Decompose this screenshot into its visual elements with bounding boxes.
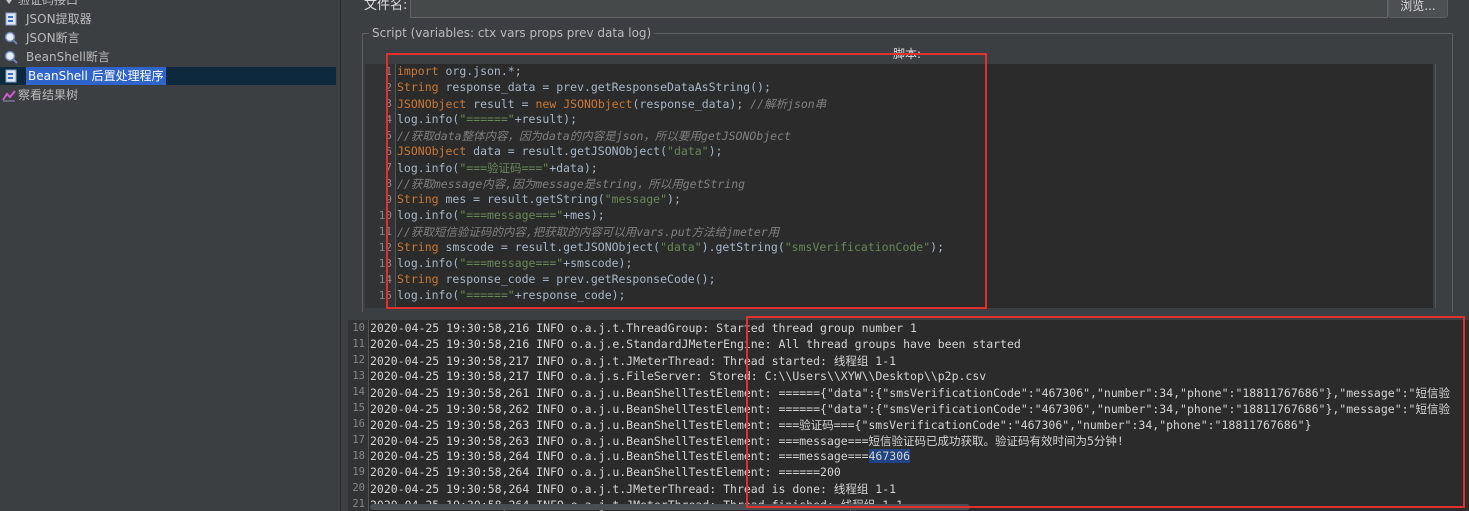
line-number: 16 bbox=[352, 418, 365, 430]
tree-item-label: BeanShell 后置处理程序 bbox=[26, 67, 166, 85]
script-group-title: Script (variables: ctx vars props prev d… bbox=[369, 26, 655, 40]
line-number: 11 bbox=[352, 338, 365, 350]
line-number: 12 bbox=[352, 354, 365, 366]
line-number: 19 bbox=[352, 466, 365, 478]
tree-item-label: BeanShell断言 bbox=[26, 50, 110, 64]
line-number: 20 bbox=[352, 482, 365, 494]
assertion-icon bbox=[4, 31, 18, 45]
line-number: 10 bbox=[352, 322, 365, 334]
tree-item-label: JSON断言 bbox=[26, 31, 80, 45]
tree-item-label: JSON提取器 bbox=[26, 12, 92, 26]
line-number: 17 bbox=[352, 434, 365, 446]
line-number: 15 bbox=[352, 402, 365, 414]
tree-item-label: 察看结果树 bbox=[18, 88, 79, 102]
filename-input[interactable] bbox=[410, 0, 1388, 18]
filename-label: 文件名: bbox=[364, 0, 408, 13]
line-number: 21 bbox=[352, 498, 365, 510]
browse-button[interactable]: 浏览... bbox=[1388, 0, 1448, 18]
beanshell-postprocessor-panel: 文件名: 浏览... Script (variables: ctx vars p… bbox=[348, 0, 1469, 511]
extractor-icon bbox=[4, 12, 18, 26]
test-plan-tree: 验证码接口 JSON提取器 JSON断言 BeanShell断言 BeanShe… bbox=[0, 0, 341, 511]
line-number: 18 bbox=[352, 450, 365, 462]
annotation-box-script bbox=[386, 53, 987, 309]
log-line-gutter: 10 11 12 13 14 15 16 17 18 19 20 21 bbox=[348, 320, 369, 511]
editor-vertical-scrollbar[interactable] bbox=[1435, 64, 1450, 308]
annotation-box-log bbox=[746, 316, 1465, 508]
postprocessor-icon bbox=[4, 69, 18, 83]
thread-group-icon bbox=[2, 0, 16, 7]
listener-icon bbox=[2, 88, 16, 102]
tree-item-label: 验证码接口 bbox=[18, 0, 79, 7]
line-number: 14 bbox=[352, 386, 365, 398]
assertion-icon bbox=[4, 50, 18, 64]
line-number: 13 bbox=[352, 370, 365, 382]
